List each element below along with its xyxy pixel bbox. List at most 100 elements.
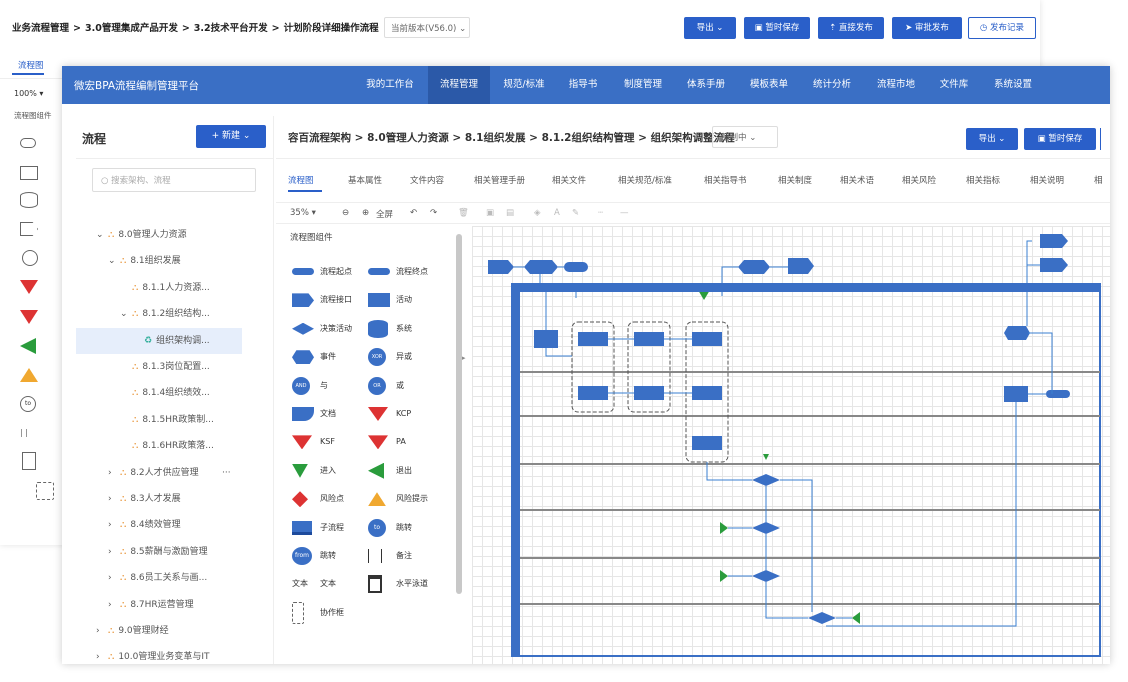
activity[interactable]	[578, 386, 608, 400]
tab-flowchart[interactable]: 流程图	[288, 174, 314, 186]
nav-item-workbench[interactable]: 我的工作台	[358, 66, 422, 104]
library-item-label[interactable]: 文本	[320, 574, 336, 594]
decision-node[interactable]	[752, 474, 780, 486]
bg-zoom-select[interactable]: 100% ▾	[14, 89, 43, 98]
library-item-label[interactable]: 或	[396, 376, 404, 396]
library-item-label[interactable]: 风险提示	[396, 489, 428, 509]
nav-item-stats[interactable]: 统计分析	[802, 66, 862, 104]
bg-version-select[interactable]: 当前版本(V56.0) ⌄	[384, 17, 470, 38]
bg-save-button[interactable]: ▣ 暂时保存	[744, 17, 810, 39]
library-item-label[interactable]: 流程接口	[320, 290, 352, 310]
nav-item-settings[interactable]: 系统设置	[984, 66, 1042, 104]
zoom-in-icon[interactable]: ⊕	[362, 208, 369, 218]
end-node[interactable]	[1046, 390, 1070, 398]
to-front-icon[interactable]: ▣	[486, 208, 494, 218]
library-item-label[interactable]: 活动	[396, 290, 412, 310]
terminator-shape-icon[interactable]	[292, 268, 314, 275]
library-item-label[interactable]: 流程起点	[320, 262, 352, 282]
library-item-label[interactable]: 系统	[396, 319, 412, 339]
bg-shape-group-icon[interactable]	[36, 482, 54, 500]
to-back-icon[interactable]: ▤	[506, 208, 514, 218]
exit-shape-icon[interactable]	[368, 462, 384, 479]
entry-shape-icon[interactable]	[292, 463, 308, 478]
bg-shape-pa-icon[interactable]	[20, 310, 38, 324]
zoom-select[interactable]: 35% ▾	[290, 208, 316, 218]
font-color-icon[interactable]: A	[554, 208, 560, 218]
bg-tab-flowchart[interactable]: 流程图	[18, 59, 44, 71]
tree-item[interactable]: › ⛬ 8.2人才供应管理 ···	[76, 460, 242, 486]
exit-marker[interactable]	[720, 570, 728, 582]
pa-shape-icon[interactable]	[368, 435, 388, 450]
event-node-3[interactable]	[1004, 326, 1030, 340]
bg-export-button[interactable]: 导出 ⌄	[684, 17, 736, 39]
event-shape-icon[interactable]	[292, 350, 314, 365]
bg-crumb-3[interactable]: 3.2技术平台开发	[194, 23, 268, 34]
chevron-right-icon[interactable]: ›	[108, 460, 120, 486]
tree-item[interactable]: ⛬ 8.1.6HR政策落...	[76, 433, 242, 459]
event-node-2[interactable]	[738, 260, 770, 274]
tab-notes[interactable]: 相关说明	[1030, 174, 1064, 186]
activity[interactable]	[692, 386, 722, 400]
save-draft-button[interactable]: ▣ 暂时保存	[1024, 128, 1096, 150]
crumb-3[interactable]: 8.1组织发展	[465, 132, 526, 144]
library-scrollbar[interactable]	[456, 234, 462, 594]
diagram-canvas[interactable]	[472, 226, 1110, 664]
nav-item-process[interactable]: 流程管理	[428, 66, 490, 104]
nav-item-market[interactable]: 流程市地	[866, 66, 926, 104]
crumb-4[interactable]: 8.1.2组织结构管理	[542, 132, 635, 144]
activity-shape-icon[interactable]	[368, 293, 390, 308]
interface-node-4[interactable]	[1040, 258, 1068, 272]
bg-shape-rect-icon[interactable]	[20, 166, 38, 180]
tree-item[interactable]: ⌄ ⛬ 8.1组织发展	[76, 248, 242, 274]
more-icon[interactable]: ···	[222, 460, 231, 486]
chevron-right-icon[interactable]: ›	[108, 565, 120, 591]
bg-shape-kcp-icon[interactable]	[20, 280, 38, 294]
tree-item[interactable]: ⛬ 8.1.4组织绩效...	[76, 380, 242, 406]
library-item-label[interactable]: 跳转	[396, 518, 412, 538]
library-item-label[interactable]: KSF	[320, 432, 335, 452]
library-item-label[interactable]: 水平泳道	[396, 574, 428, 594]
nav-item-files[interactable]: 文件库	[928, 66, 980, 104]
library-item-label[interactable]: 决策活动	[320, 319, 352, 339]
bg-shape-to-icon[interactable]: to	[20, 396, 36, 412]
tab-metrics[interactable]: 相关指标	[966, 174, 1000, 186]
library-item-label[interactable]: 退出	[396, 461, 412, 481]
bg-record-button[interactable]: ◷ 发布记录	[968, 17, 1036, 39]
undo-icon[interactable]: ↶	[410, 208, 417, 218]
chevron-down-icon[interactable]: ⌄	[108, 248, 120, 274]
bg-shape-circle-icon[interactable]	[22, 250, 38, 266]
status-select[interactable]: 编制中 ⌄	[712, 126, 778, 148]
collapse-handle-icon[interactable]: ▸	[462, 354, 466, 362]
start-node[interactable]	[564, 262, 588, 272]
bg-shape-exit-icon[interactable]	[20, 338, 36, 354]
tree-item[interactable]: › ⛬ 8.3人才发展	[76, 486, 242, 512]
activity[interactable]	[634, 332, 664, 346]
tab-files[interactable]: 相关文件	[552, 174, 586, 186]
document-shape-icon[interactable]	[292, 407, 314, 421]
tree-item[interactable]: › ⛬ 8.4绩效管理	[76, 512, 242, 538]
tree-item[interactable]: ⌄ ⛬ 8.1.2组织结构...	[76, 301, 242, 327]
and-shape-icon[interactable]: AND	[292, 376, 310, 395]
tree-item[interactable]: › ⛬ 8.5薪酬与激励管理	[76, 539, 242, 565]
tree-item[interactable]: ⛬ 8.1.1人力资源...	[76, 275, 242, 301]
decision-node[interactable]	[752, 522, 780, 534]
library-item-label[interactable]: 文档	[320, 404, 336, 424]
new-button[interactable]: + 新建 ⌄	[196, 125, 266, 148]
bg-shape-db-icon[interactable]	[20, 192, 38, 208]
chevron-down-icon[interactable]: ⌄	[120, 301, 132, 327]
chevron-right-icon[interactable]: ›	[108, 539, 120, 565]
zoom-out-icon[interactable]: ⊖	[342, 208, 349, 218]
library-item-label[interactable]: KCP	[396, 404, 411, 424]
bg-shape-terminator-icon[interactable]	[20, 138, 36, 148]
exit-marker[interactable]	[852, 612, 860, 624]
nav-item-standards[interactable]: 规范/标准	[494, 66, 554, 104]
bg-shape-note-icon[interactable]: | |	[20, 428, 34, 437]
jump-from-shape-icon[interactable]: from	[292, 547, 312, 565]
decision-shape-icon[interactable]	[292, 322, 314, 335]
swimlane-shape-icon[interactable]	[368, 575, 382, 594]
tree-item[interactable]: ⌄ ⛬ 8.0管理人力资源	[76, 222, 242, 248]
group-shape-icon[interactable]	[292, 601, 304, 624]
library-item-label[interactable]: 跳转	[320, 546, 336, 566]
jump-to-shape-icon[interactable]: to	[368, 518, 386, 537]
tree-item[interactable]: › ⛬ 8.6员工关系与画...	[76, 565, 242, 591]
